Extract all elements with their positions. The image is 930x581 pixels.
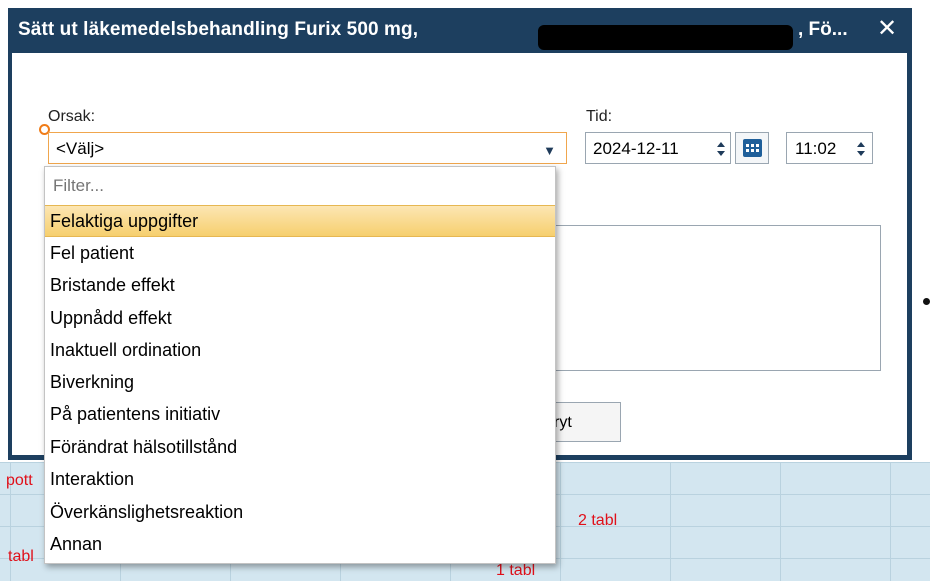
- dropdown-option[interactable]: Fel patient: [45, 238, 555, 270]
- dropdown-option[interactable]: Felaktiga uppgifter: [45, 205, 555, 237]
- background-cell-text: 1 tabl: [496, 562, 536, 579]
- dropdown-option[interactable]: Interaktion: [45, 464, 555, 496]
- cancel-button-label: ryt: [554, 414, 572, 431]
- dropdown-option[interactable]: Uppnådd effekt: [45, 303, 555, 335]
- orsak-selected-value: <Välj>: [56, 139, 105, 158]
- date-value: 2024-12-11: [593, 139, 679, 158]
- dialog-title: Sätt ut läkemedelsbehandling Furix 500 m…: [18, 19, 419, 40]
- background-marker: [923, 298, 930, 305]
- background-cell-text: 2 tabl: [578, 512, 618, 529]
- dropdown-option[interactable]: Biverkning: [45, 367, 555, 399]
- calendar-button[interactable]: [735, 132, 769, 164]
- comment-textarea[interactable]: [552, 225, 881, 371]
- dropdown-option[interactable]: Överkänslighetsreaktion: [45, 497, 555, 529]
- background-cell-text: tabl: [8, 548, 34, 565]
- dialog-titlebar[interactable]: Sätt ut läkemedelsbehandling Furix 500 m…: [8, 8, 912, 53]
- orsak-label: Orsak:: [48, 108, 96, 125]
- background-cell-text: pott: [6, 472, 33, 489]
- dropdown-option[interactable]: Bristande effekt: [45, 270, 555, 302]
- time-spinner-icon[interactable]: [856, 142, 866, 156]
- time-value: 11:02: [795, 139, 837, 158]
- dropdown-option[interactable]: Förändrat hälsotillstånd: [45, 432, 555, 464]
- dropdown-option[interactable]: Annan: [45, 529, 555, 561]
- tid-label: Tid:: [586, 108, 613, 125]
- time-field[interactable]: 11:02: [786, 132, 873, 164]
- dialog-title-tail: , Fö...: [798, 19, 848, 40]
- orsak-select[interactable]: <Välj> ▼: [48, 132, 567, 164]
- redacted-patient-name: [538, 25, 793, 50]
- date-field[interactable]: 2024-12-11: [585, 132, 731, 164]
- chevron-down-icon: ▼: [543, 143, 556, 158]
- dropdown-option[interactable]: På patientens initiativ: [45, 399, 555, 431]
- close-icon[interactable]: ✕: [874, 17, 900, 43]
- date-spinner-icon[interactable]: [716, 142, 726, 156]
- filter-input[interactable]: [45, 167, 555, 205]
- orsak-dropdown-list: Felaktiga uppgifter Fel patient Bristand…: [44, 166, 556, 564]
- calendar-icon: [743, 139, 762, 157]
- dropdown-option[interactable]: Inaktuell ordination: [45, 335, 555, 367]
